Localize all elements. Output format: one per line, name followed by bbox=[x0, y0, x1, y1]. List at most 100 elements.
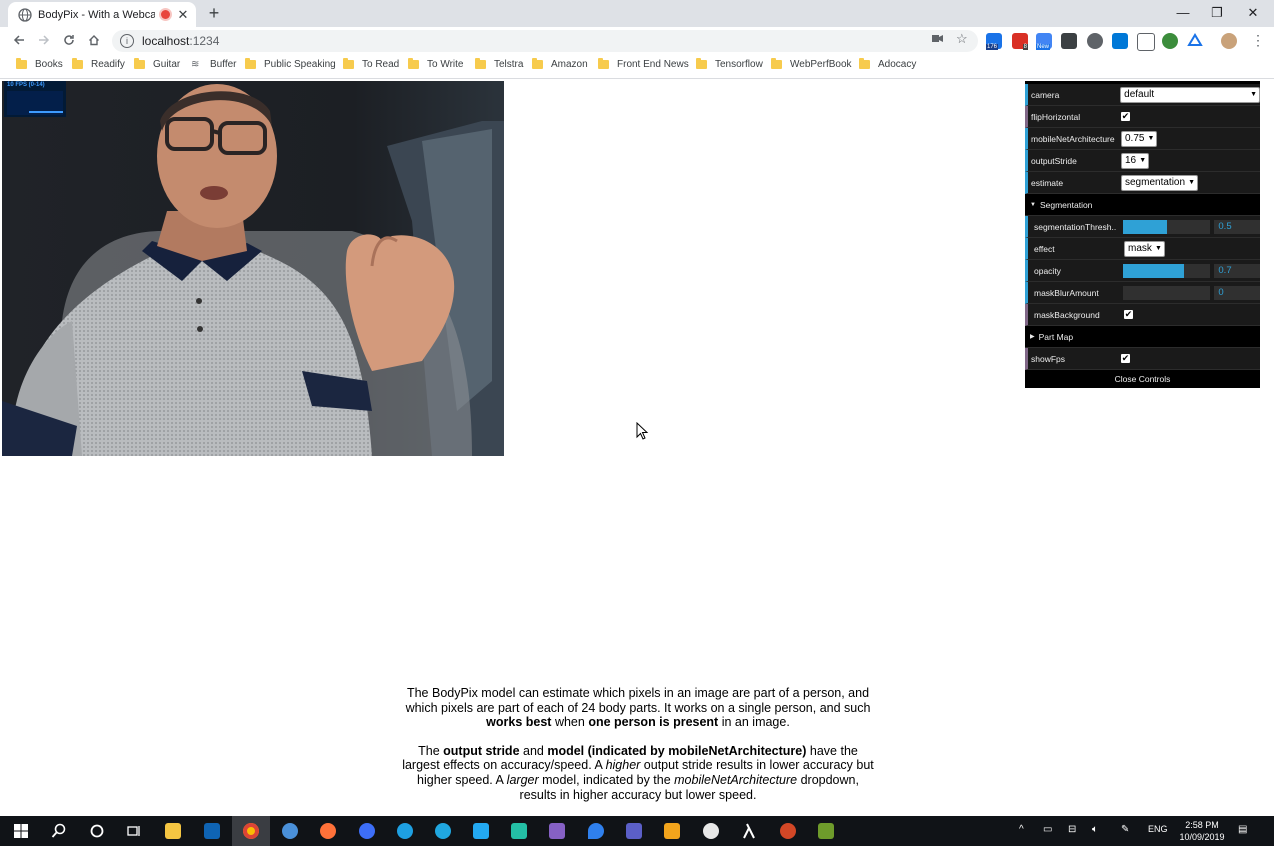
fps-stats-panel[interactable]: 10 FPS (0-14) bbox=[4, 81, 66, 117]
clock-time: 2:58 PM bbox=[1185, 820, 1219, 830]
bookmark-telstra[interactable]: Telstra bbox=[475, 58, 523, 70]
cortana-button[interactable] bbox=[89, 823, 105, 839]
bookmark-star-icon[interactable]: ☆ bbox=[956, 31, 968, 47]
bookmark-webperfbook[interactable]: WebPerfBook bbox=[771, 58, 852, 70]
new-tab-button[interactable]: + bbox=[204, 3, 224, 23]
mouse-cursor-icon bbox=[636, 422, 649, 440]
language-indicator[interactable]: ENG bbox=[1148, 824, 1168, 834]
show-fps-checkbox[interactable]: ✔ bbox=[1121, 354, 1130, 363]
opacity-slider[interactable] bbox=[1123, 263, 1211, 278]
reload-icon bbox=[64, 35, 74, 45]
folder-icon bbox=[245, 58, 256, 69]
powerpoint-icon[interactable] bbox=[780, 823, 796, 839]
camera-in-use-icon[interactable] bbox=[932, 31, 943, 46]
git-kraken-icon[interactable] bbox=[703, 823, 719, 839]
mask-blur-amount-input[interactable]: 0 bbox=[1214, 285, 1261, 300]
task-view-button[interactable] bbox=[126, 823, 142, 839]
extension-drive-icon[interactable] bbox=[1187, 33, 1203, 49]
bookmark-amazon[interactable]: Amazon bbox=[532, 58, 588, 70]
tab-strip: BodyPix - With a Webcam D ✕ + — ❐ ✕ bbox=[0, 0, 1274, 27]
bookmark-public-speaking[interactable]: Public Speaking bbox=[245, 58, 336, 70]
back-button[interactable] bbox=[9, 31, 29, 51]
bookmark-front-end-news[interactable]: Front End News bbox=[598, 58, 689, 70]
extension-calendar-icon[interactable]: 176 bbox=[986, 33, 1002, 50]
part-map-folder-toggle[interactable]: ▶ Part Map bbox=[1025, 326, 1260, 348]
task-view-icon bbox=[127, 826, 140, 836]
bookmark-books[interactable]: Books bbox=[16, 58, 63, 70]
start-button[interactable] bbox=[13, 823, 29, 839]
extension-cloud-icon[interactable] bbox=[1087, 33, 1103, 49]
pen-icon[interactable]: ✎ bbox=[1121, 824, 1129, 835]
description-text: The BodyPix model can estimate which pix… bbox=[398, 686, 878, 816]
search-button[interactable] bbox=[51, 823, 67, 839]
folder-icon bbox=[16, 58, 27, 69]
slider-fill bbox=[1123, 219, 1167, 234]
folder-icon bbox=[134, 58, 145, 69]
reload-button[interactable] bbox=[59, 31, 79, 51]
firefox-icon[interactable] bbox=[320, 823, 336, 839]
mask-blur-amount-slider[interactable] bbox=[1123, 285, 1211, 300]
menu-dots-icon[interactable]: ⋮ bbox=[1251, 32, 1265, 49]
vscode-insiders-icon[interactable] bbox=[511, 823, 527, 839]
maps-icon[interactable] bbox=[588, 823, 604, 839]
forward-button[interactable] bbox=[34, 31, 54, 51]
extension-frame-icon[interactable] bbox=[1137, 33, 1155, 51]
browser-tab[interactable]: BodyPix - With a Webcam D ✕ bbox=[8, 2, 196, 27]
teams-icon[interactable] bbox=[626, 823, 642, 839]
camtasia-icon[interactable] bbox=[818, 823, 834, 839]
chrome-canary-icon[interactable] bbox=[282, 823, 298, 839]
close-window-button[interactable]: ✕ bbox=[1236, 3, 1270, 23]
flip-horizontal-control: flipHorizontal ✔ bbox=[1025, 106, 1260, 128]
battery-icon[interactable]: ▭ bbox=[1043, 824, 1052, 835]
extension-globe-icon[interactable] bbox=[1162, 33, 1178, 49]
segmentation-threshold-slider[interactable] bbox=[1123, 219, 1211, 234]
bookmark-buffer[interactable]: ≋ Buffer bbox=[191, 59, 237, 70]
opacity-input[interactable]: 0.7 bbox=[1214, 263, 1261, 278]
lambda-icon[interactable] bbox=[741, 823, 757, 839]
home-button[interactable] bbox=[84, 31, 104, 51]
edge-icon[interactable] bbox=[397, 823, 413, 839]
outlook-icon[interactable] bbox=[204, 823, 220, 839]
tab-close-button[interactable]: ✕ bbox=[176, 7, 190, 23]
bookmark-tensorflow[interactable]: Tensorflow bbox=[696, 58, 763, 70]
internet-explorer-icon[interactable] bbox=[435, 823, 451, 839]
mask-blur-amount-control: maskBlurAmount 0 bbox=[1025, 282, 1261, 304]
bookmark-adocacy[interactable]: Adocacy bbox=[859, 58, 916, 70]
taskbar-clock[interactable]: 2:58 PM 10/09/2019 bbox=[1172, 819, 1232, 843]
bookmark-guitar[interactable]: Guitar bbox=[134, 58, 180, 70]
segmentation-folder-toggle[interactable]: ▼ Segmentation bbox=[1025, 194, 1260, 216]
bookmark-to-write[interactable]: To Write bbox=[408, 58, 464, 70]
visual-studio-icon[interactable] bbox=[549, 823, 565, 839]
close-controls-button[interactable]: Close Controls bbox=[1025, 370, 1260, 388]
webcam-frame-image bbox=[2, 81, 504, 456]
vscode-icon[interactable] bbox=[473, 823, 489, 839]
url-host: localhost bbox=[142, 34, 190, 48]
network-icon[interactable]: ⊟ bbox=[1068, 824, 1076, 835]
notifications-icon[interactable]: ▤ bbox=[1238, 824, 1247, 835]
volume-icon[interactable]: 🔈︎ bbox=[1092, 824, 1098, 835]
estimate-select[interactable]: segmentation bbox=[1121, 174, 1199, 191]
mobilenet-architecture-select[interactable]: 0.75 bbox=[1121, 130, 1158, 147]
minimize-button[interactable]: — bbox=[1166, 3, 1200, 23]
segmentation-threshold-input[interactable]: 0.5 bbox=[1214, 219, 1261, 234]
firefox-dev-icon[interactable] bbox=[359, 823, 375, 839]
profile-avatar[interactable] bbox=[1221, 33, 1237, 49]
bookmark-readify[interactable]: Readify bbox=[72, 58, 125, 70]
output-stride-select[interactable]: 16 bbox=[1121, 152, 1150, 169]
chrome-icon[interactable] bbox=[243, 823, 259, 839]
extension-mail-icon[interactable]: 8 bbox=[1012, 33, 1028, 50]
file-explorer-icon[interactable] bbox=[165, 823, 181, 839]
extension-layers-icon[interactable] bbox=[1061, 33, 1077, 49]
extension-windows-icon[interactable] bbox=[1112, 33, 1128, 49]
mask-background-checkbox[interactable]: ✔ bbox=[1124, 310, 1133, 319]
flip-horizontal-checkbox[interactable]: ✔ bbox=[1121, 112, 1130, 121]
extension-news-icon[interactable]: New bbox=[1036, 33, 1052, 50]
address-bar[interactable]: i localhost :1234 bbox=[112, 30, 978, 52]
bookmark-to-read[interactable]: To Read bbox=[343, 58, 399, 70]
info-icon[interactable]: i bbox=[120, 34, 134, 48]
chevron-up-icon[interactable]: ^ bbox=[1019, 824, 1024, 835]
restore-button[interactable]: ❐ bbox=[1200, 3, 1234, 23]
effect-select[interactable]: mask bbox=[1124, 240, 1165, 257]
camera-select[interactable]: default bbox=[1120, 86, 1260, 103]
sublime-text-icon[interactable] bbox=[664, 823, 680, 839]
